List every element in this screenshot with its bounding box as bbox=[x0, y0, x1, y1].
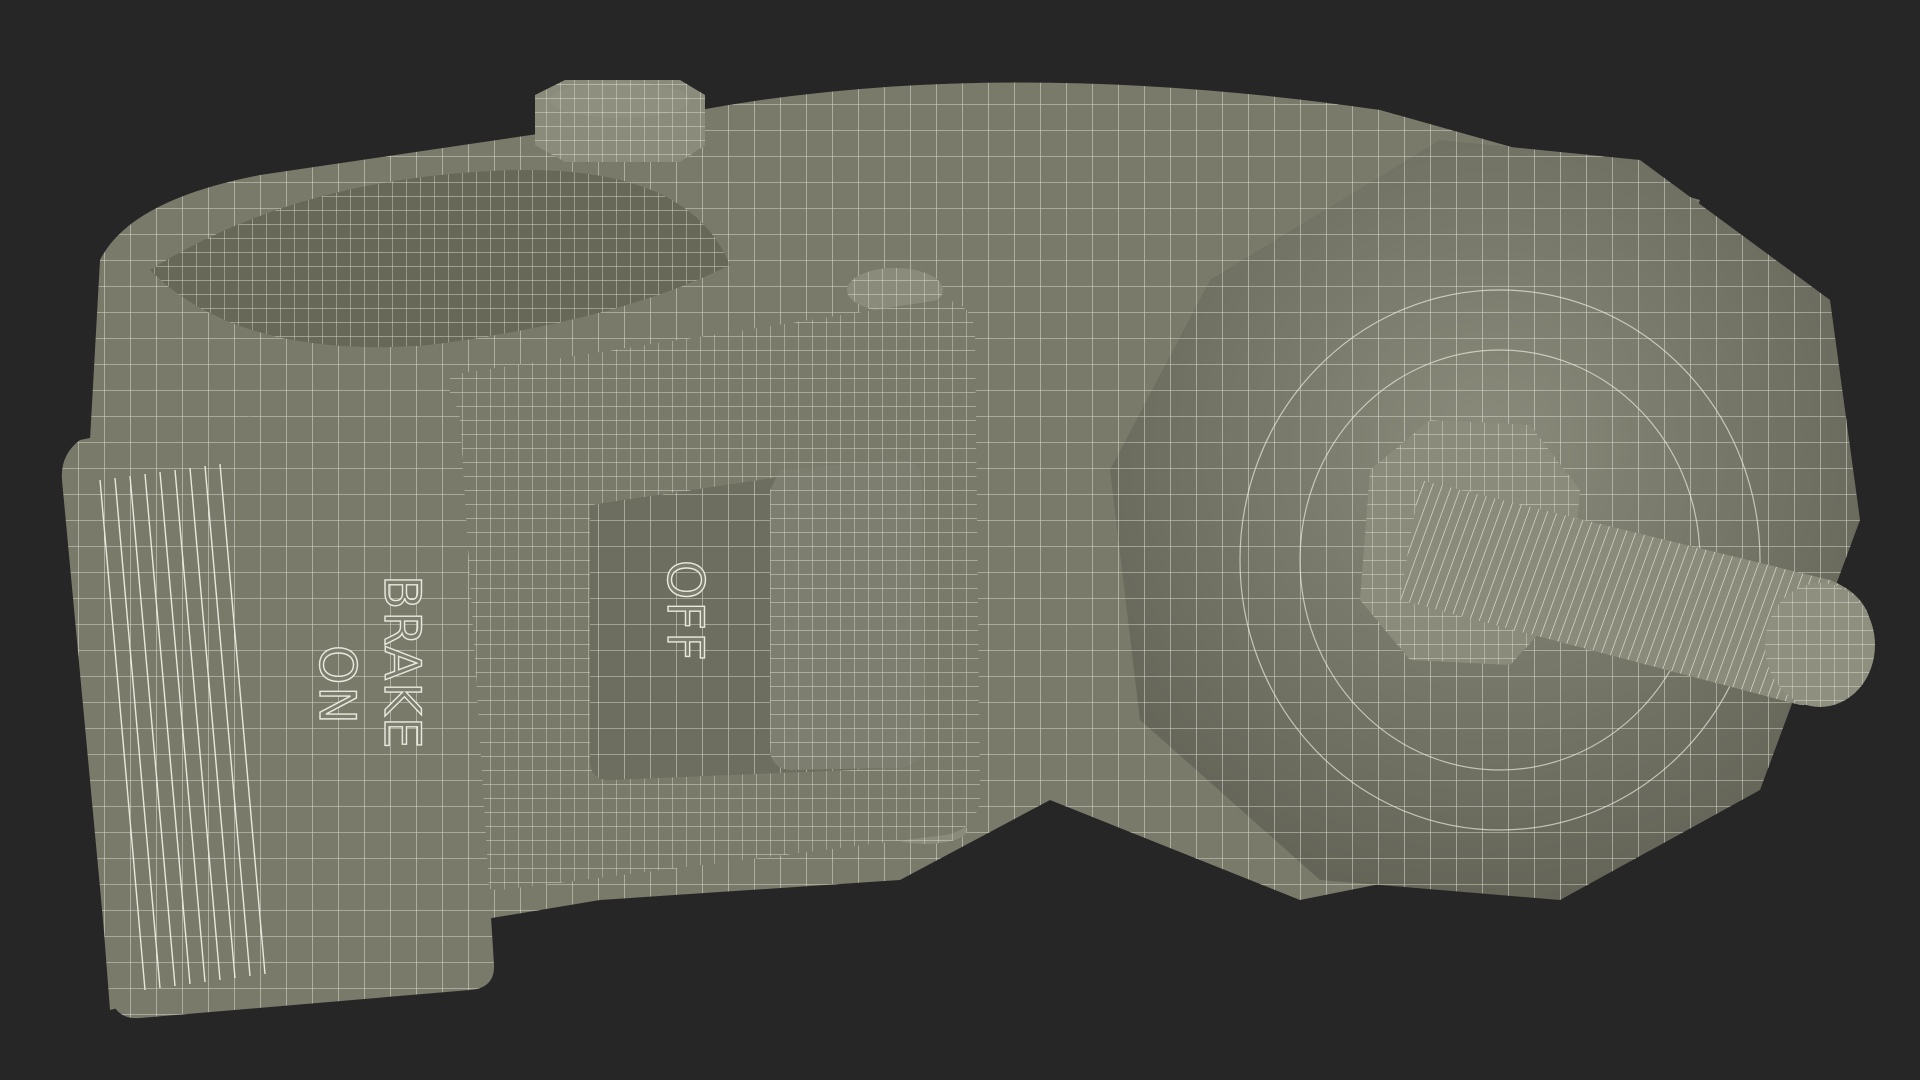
brake-label: BRAKE bbox=[373, 575, 431, 751]
top-hex-bolt bbox=[535, 80, 705, 162]
brake-on-pedal[interactable]: BRAKE ON bbox=[61, 395, 495, 1019]
brake-off-pedal[interactable]: OFF bbox=[590, 459, 925, 780]
off-label: OFF bbox=[656, 560, 714, 663]
on-label: ON bbox=[308, 645, 366, 726]
wireframe-render: OFF BRAKE ON bbox=[61, 80, 1875, 1019]
